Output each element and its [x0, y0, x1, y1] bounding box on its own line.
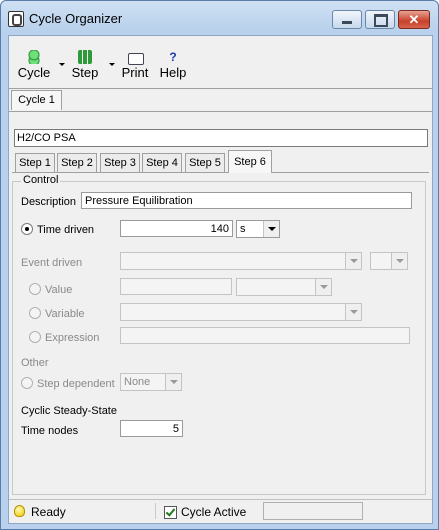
event-operator-select[interactable] — [370, 252, 408, 270]
status-divider — [155, 503, 156, 519]
cycle-name-field[interactable]: H2/CO PSA — [14, 129, 428, 147]
cycle-icon — [27, 50, 41, 64]
time-driven-label: Time driven — [37, 224, 95, 236]
chevron-down-icon[interactable] — [345, 253, 361, 269]
chevron-down-icon[interactable] — [165, 374, 181, 390]
print-icon — [128, 53, 144, 65]
time-value-input[interactable]: 140 — [120, 220, 233, 237]
close-icon: ✕ — [408, 12, 420, 27]
tab-step-5[interactable]: Step 5 — [185, 153, 225, 172]
print-button[interactable]: Print — [120, 50, 150, 84]
cycle-button[interactable]: Cycle — [17, 50, 51, 84]
chevron-down-icon[interactable] — [315, 279, 331, 295]
status-cycle-active: Cycle Active — [181, 505, 247, 519]
cyclic-steady-state-label: Cyclic Steady-State — [21, 405, 117, 417]
time-nodes-label: Time nodes — [21, 425, 79, 437]
step-button-label: Step — [71, 65, 99, 80]
value-radio[interactable] — [29, 283, 41, 295]
time-unit-select[interactable]: s — [236, 220, 280, 238]
time-driven-radio[interactable] — [21, 223, 33, 235]
cycle-organizer-window: Cycle Organizer ✕ Cycle Step Print ? Hel… — [0, 0, 439, 530]
step-dependent-select[interactable]: None — [120, 373, 182, 391]
minimize-icon — [342, 21, 352, 24]
cycle-button-label: Cycle — [17, 65, 51, 80]
expression-input[interactable] — [120, 327, 410, 344]
control-group: Control Description Pressure Equilibrati… — [12, 174, 426, 495]
checkbox-checked-icon — [164, 506, 177, 519]
event-driven-label: Event driven — [21, 257, 83, 269]
time-nodes-input[interactable]: 5 — [120, 420, 183, 437]
tab-step-4[interactable]: Step 4 — [142, 153, 182, 172]
help-button[interactable]: ? Help — [158, 50, 188, 84]
variable-radio[interactable] — [29, 307, 41, 319]
value-label: Value — [45, 284, 73, 296]
expression-radio[interactable] — [29, 331, 41, 343]
chevron-down-icon[interactable] — [345, 304, 361, 320]
tab-step-3[interactable]: Step 3 — [100, 153, 140, 172]
status-ready: Ready — [31, 505, 66, 519]
close-button[interactable]: ✕ — [398, 10, 430, 29]
toolbar: Cycle Step Print ? Help — [9, 36, 432, 89]
maximize-button[interactable] — [365, 10, 395, 29]
help-button-label: Help — [159, 65, 187, 80]
tab-step-2[interactable]: Step 2 — [57, 153, 97, 172]
chevron-down-icon[interactable] — [391, 253, 407, 269]
variable-label: Variable — [45, 308, 85, 320]
chevron-down-icon[interactable] — [263, 221, 279, 237]
step-tabs: Step 1 Step 2 Step 3 Step 4 Step 5 Step … — [12, 150, 429, 173]
title-bar[interactable]: Cycle Organizer ✕ — [1, 1, 438, 35]
step-dependent-value: None — [124, 376, 151, 388]
minimize-button[interactable] — [332, 10, 362, 29]
control-legend: Control — [21, 174, 61, 186]
cycle-tabs: Cycle 1 — [9, 89, 432, 112]
status-panel — [263, 502, 363, 520]
step-dependent-radio[interactable] — [21, 377, 33, 389]
step-dependent-label: Step dependent — [37, 378, 115, 390]
value-unit-select[interactable] — [236, 278, 332, 296]
tab-step-6[interactable]: Step 6 — [228, 150, 272, 173]
step-button[interactable]: Step — [70, 50, 100, 84]
tab-cycle-1[interactable]: Cycle 1 — [11, 90, 62, 110]
help-icon: ? — [169, 50, 177, 64]
app-icon[interactable] — [8, 11, 24, 27]
print-button-label: Print — [121, 65, 149, 80]
step-dropdown-arrow-icon[interactable] — [109, 63, 115, 66]
time-unit-value: s — [240, 223, 246, 235]
tab-step-1[interactable]: Step 1 — [15, 153, 55, 172]
description-label: Description — [21, 196, 77, 208]
expression-label: Expression — [45, 332, 100, 344]
cycle-dropdown-arrow-icon[interactable] — [59, 63, 65, 66]
variable-select[interactable] — [120, 303, 362, 321]
description-input[interactable]: Pressure Equilibration — [81, 192, 412, 209]
client-area: Cycle Step Print ? Help Cycle 1 H2/CO PS… — [8, 35, 433, 524]
bulb-icon — [14, 505, 25, 517]
event-select[interactable] — [120, 252, 362, 270]
maximize-icon — [374, 14, 388, 27]
other-label: Other — [21, 357, 49, 369]
status-bar: Ready Cycle Active — [9, 499, 432, 524]
step-icon — [78, 50, 92, 64]
window-title: Cycle Organizer — [29, 11, 123, 26]
value-input[interactable] — [120, 278, 232, 295]
